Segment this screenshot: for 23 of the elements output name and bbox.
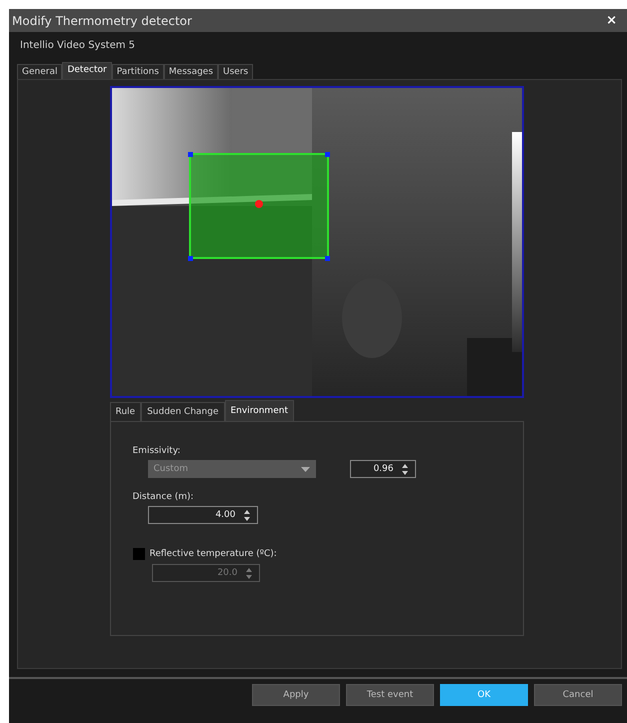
system-name: Intellio Video System 5 [20,40,136,50]
field-label: Reflective temperature (ºC): [150,549,277,559]
window-title: Modify Thermometry detector [12,14,192,28]
tab[interactable]: Partitions [112,64,164,79]
field-label: Emissivity: [132,446,180,456]
tab[interactable]: Detector [62,62,112,79]
tab[interactable]: Environment [224,400,294,421]
tab[interactable]: Rule [110,402,142,421]
caret-icon [300,466,310,472]
tab[interactable]: Sudden Change [141,402,224,421]
close-button[interactable]: × [602,13,621,28]
tab[interactable]: General [17,64,62,79]
field-label: Distance (m): [132,492,194,502]
spin-arrows-icon [246,568,252,578]
spin-arrows-icon [244,510,250,520]
emissivity-spinbox[interactable]: 0.96 [350,460,416,478]
dialog-button[interactable]: Test event [346,684,434,706]
distance-spinbox[interactable]: 4.00 [148,506,258,524]
dialog-button[interactable]: Cancel [534,684,622,706]
dialog-button[interactable]: Apply [252,684,340,706]
tab[interactable]: Messages [164,64,218,79]
spin-arrows-icon [402,464,408,474]
tab[interactable]: Users [218,64,254,79]
